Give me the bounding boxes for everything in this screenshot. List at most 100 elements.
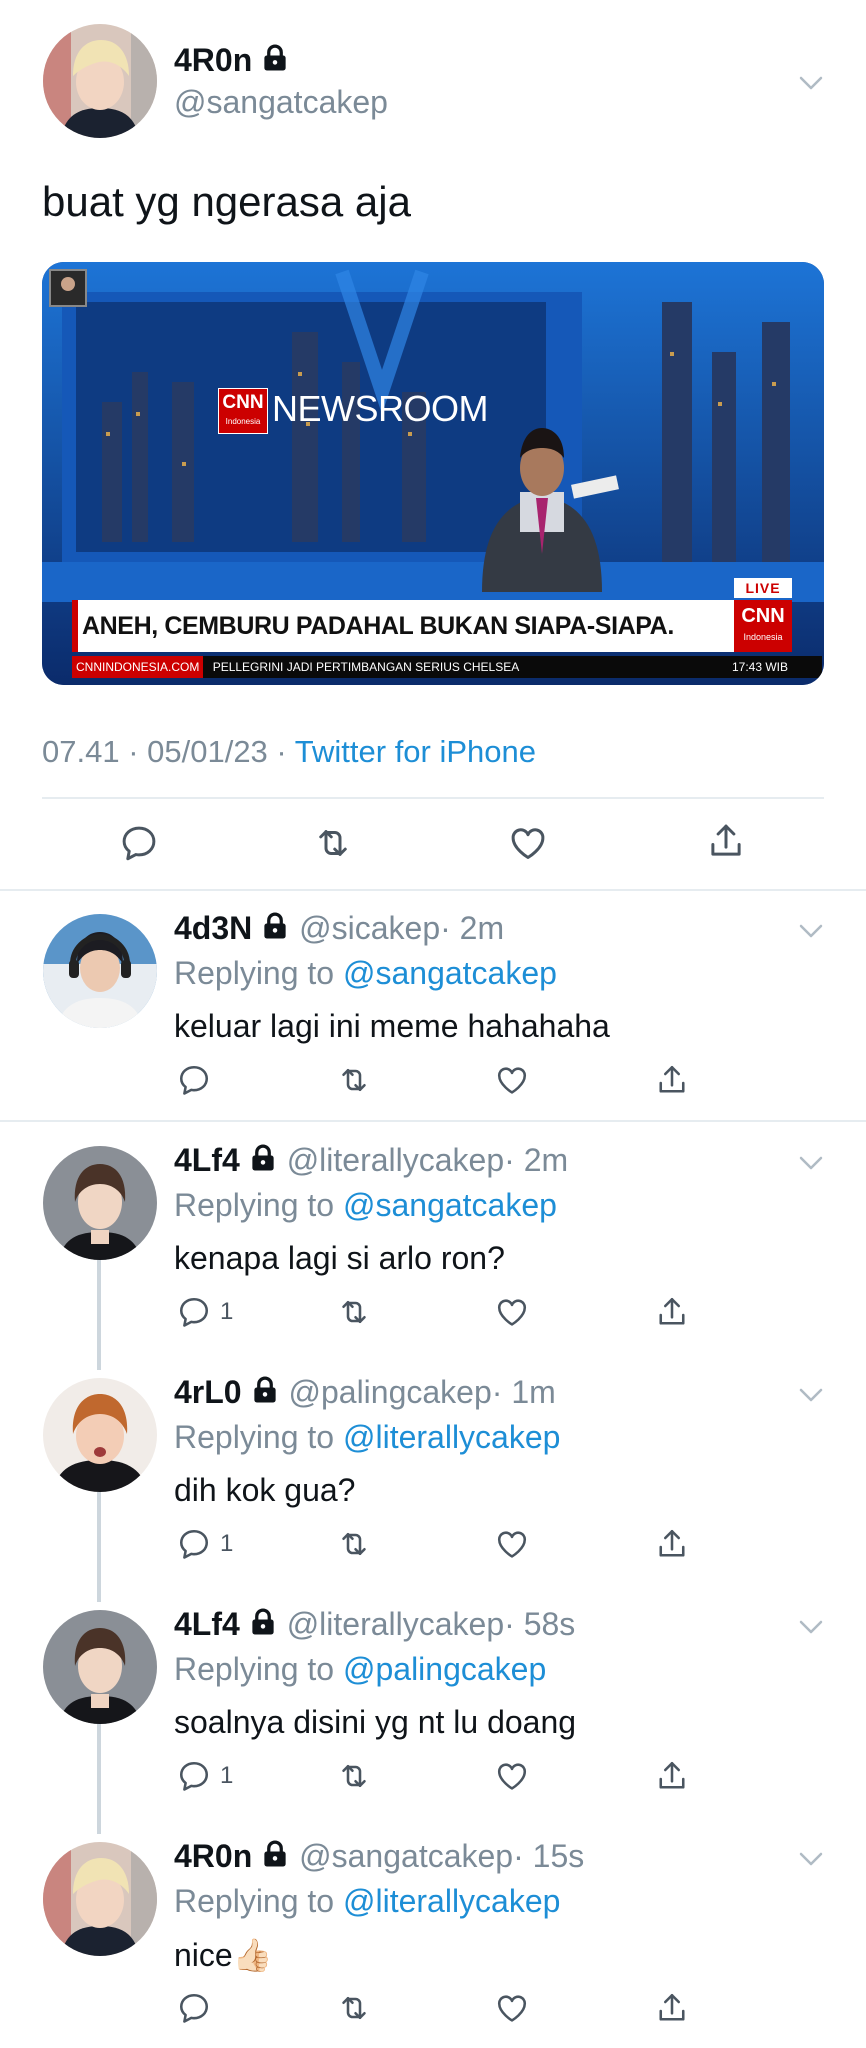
retweet-button[interactable] — [312, 822, 354, 864]
cnn-logo-text: CNN — [222, 392, 264, 413]
tweet-media[interactable]: CNN Indonesia NEWSROOM LIVE ANEH, CEMBUR… — [42, 262, 824, 685]
reply-handle[interactable]: @sicakep — [299, 910, 440, 946]
chevron-down-icon[interactable] — [796, 68, 826, 98]
share-button[interactable] — [654, 1990, 690, 2026]
like-button[interactable] — [494, 1758, 530, 1794]
lock-icon — [260, 911, 290, 941]
retweet-icon — [336, 1758, 372, 1794]
lock-icon — [260, 1839, 290, 1869]
tweet-text: buat yg ngerasa aja — [42, 178, 411, 225]
author-name: 4R0n — [174, 42, 290, 79]
chevron-down-icon[interactable] — [796, 916, 826, 946]
cnn-headline-logo-sub: Indonesia — [743, 632, 783, 642]
lock-icon — [248, 1143, 278, 1173]
like-icon — [507, 822, 549, 864]
like-icon — [494, 1294, 530, 1330]
reply-actions — [0, 1062, 866, 1110]
divider — [42, 797, 824, 799]
live-badge: LIVE — [734, 578, 792, 598]
replying-to: Replying to @sangatcakep — [174, 1187, 557, 1224]
reply-button[interactable] — [118, 822, 160, 864]
reply-button[interactable]: 1 — [176, 1294, 233, 1330]
replying-to-handle[interactable]: @sangatcakep — [343, 955, 557, 991]
reply-actions: 1 — [0, 1758, 866, 1806]
display-name[interactable]: 4Lf4 — [174, 1142, 240, 1178]
reply-icon — [176, 1990, 212, 2026]
tweet-source[interactable]: Twitter for iPhone — [295, 734, 536, 769]
like-button[interactable] — [494, 1990, 530, 2026]
retweet-icon — [336, 1526, 372, 1562]
reply-count: 1 — [220, 1298, 234, 1325]
retweet-button[interactable] — [336, 1758, 372, 1794]
reply-button[interactable] — [176, 1990, 220, 2026]
reply-button[interactable] — [176, 1062, 220, 1098]
retweet-button[interactable] — [336, 1990, 372, 2026]
retweet-button[interactable] — [336, 1062, 372, 1098]
like-button[interactable] — [494, 1062, 530, 1098]
reply-handle[interactable]: @palingcakep — [288, 1374, 491, 1410]
chevron-down-icon[interactable] — [796, 1612, 826, 1642]
share-icon — [654, 1758, 690, 1794]
like-button[interactable] — [507, 822, 549, 864]
reply-button[interactable]: 1 — [176, 1526, 233, 1562]
share-button[interactable] — [654, 1062, 690, 1098]
headline-bar: ANEH, CEMBURU PADAHAL BUKAN SIAPA-SIAPA. — [72, 600, 740, 652]
reply-handle[interactable]: @sangatcakep — [299, 1838, 513, 1874]
chevron-down-icon[interactable] — [796, 1380, 826, 1410]
author-handle[interactable]: @sangatcakep — [174, 84, 388, 121]
avatar[interactable] — [43, 1378, 157, 1492]
reply-text: dih kok gua? — [174, 1472, 356, 1508]
reply-button[interactable]: 1 — [176, 1758, 233, 1794]
display-name[interactable]: 4Lf4 — [174, 1606, 240, 1642]
avatar[interactable] — [43, 1842, 157, 1956]
reply-header: 4d3N @sicakep· 2m — [174, 910, 504, 947]
replying-label: Replying to — [174, 1883, 335, 1919]
like-button[interactable] — [494, 1294, 530, 1330]
replying-to-handle[interactable]: @literallycakep — [343, 1883, 560, 1919]
reply-handle[interactable]: @literallycakep — [287, 1606, 504, 1642]
lock-icon — [250, 1375, 280, 1405]
headline-text: ANEH, CEMBURU PADAHAL BUKAN SIAPA-SIAPA. — [82, 612, 674, 640]
reply-time: · 2m — [504, 1142, 569, 1178]
reply-icon — [176, 1294, 212, 1330]
share-button[interactable] — [654, 1526, 690, 1562]
replying-to-handle[interactable]: @palingcakep — [343, 1651, 546, 1687]
chevron-down-icon[interactable] — [796, 1148, 826, 1178]
chevron-down-icon[interactable] — [796, 1844, 826, 1874]
reply-handle[interactable]: @literallycakep — [287, 1142, 504, 1178]
divider — [0, 889, 866, 891]
replying-label: Replying to — [174, 1419, 335, 1455]
reply-header: 4R0n @sangatcakep· 15s — [174, 1838, 584, 1875]
share-button[interactable] — [654, 1294, 690, 1330]
retweet-icon — [336, 1990, 372, 2026]
replying-to-handle[interactable]: @literallycakep — [343, 1419, 560, 1455]
retweet-button[interactable] — [336, 1294, 372, 1330]
replying-label: Replying to — [174, 1187, 335, 1223]
avatar[interactable] — [43, 914, 157, 1028]
cnn-logo-sub: Indonesia — [225, 417, 261, 426]
retweet-button[interactable] — [336, 1526, 372, 1562]
reply-text: kenapa lagi si arlo ron? — [174, 1240, 505, 1276]
share-button[interactable] — [654, 1758, 690, 1794]
lock-icon — [260, 43, 290, 73]
replying-to-handle[interactable]: @sangatcakep — [343, 1187, 557, 1223]
share-button[interactable] — [705, 820, 747, 862]
share-icon — [654, 1062, 690, 1098]
tweet-meta: 07.41 · 05/01/23 · Twitter for iPhone — [42, 734, 536, 770]
reply-count: 1 — [220, 1762, 234, 1789]
like-button[interactable] — [494, 1526, 530, 1562]
display-name[interactable]: 4R0n — [174, 1838, 252, 1874]
display-name[interactable]: 4d3N — [174, 910, 252, 946]
reply-icon — [176, 1062, 212, 1098]
reply-header: 4Lf4 @literallycakep· 58s — [174, 1606, 575, 1643]
reply-count: 1 — [220, 1530, 234, 1557]
retweet-icon — [336, 1062, 372, 1098]
display-name: 4R0n — [174, 42, 253, 78]
replying-label: Replying to — [174, 955, 335, 991]
reply-time: · 2m — [440, 910, 505, 946]
avatar[interactable] — [43, 24, 157, 138]
display-name[interactable]: 4rL0 — [174, 1374, 242, 1410]
share-icon — [654, 1294, 690, 1330]
avatar[interactable] — [43, 1146, 157, 1260]
avatar[interactable] — [43, 1610, 157, 1724]
